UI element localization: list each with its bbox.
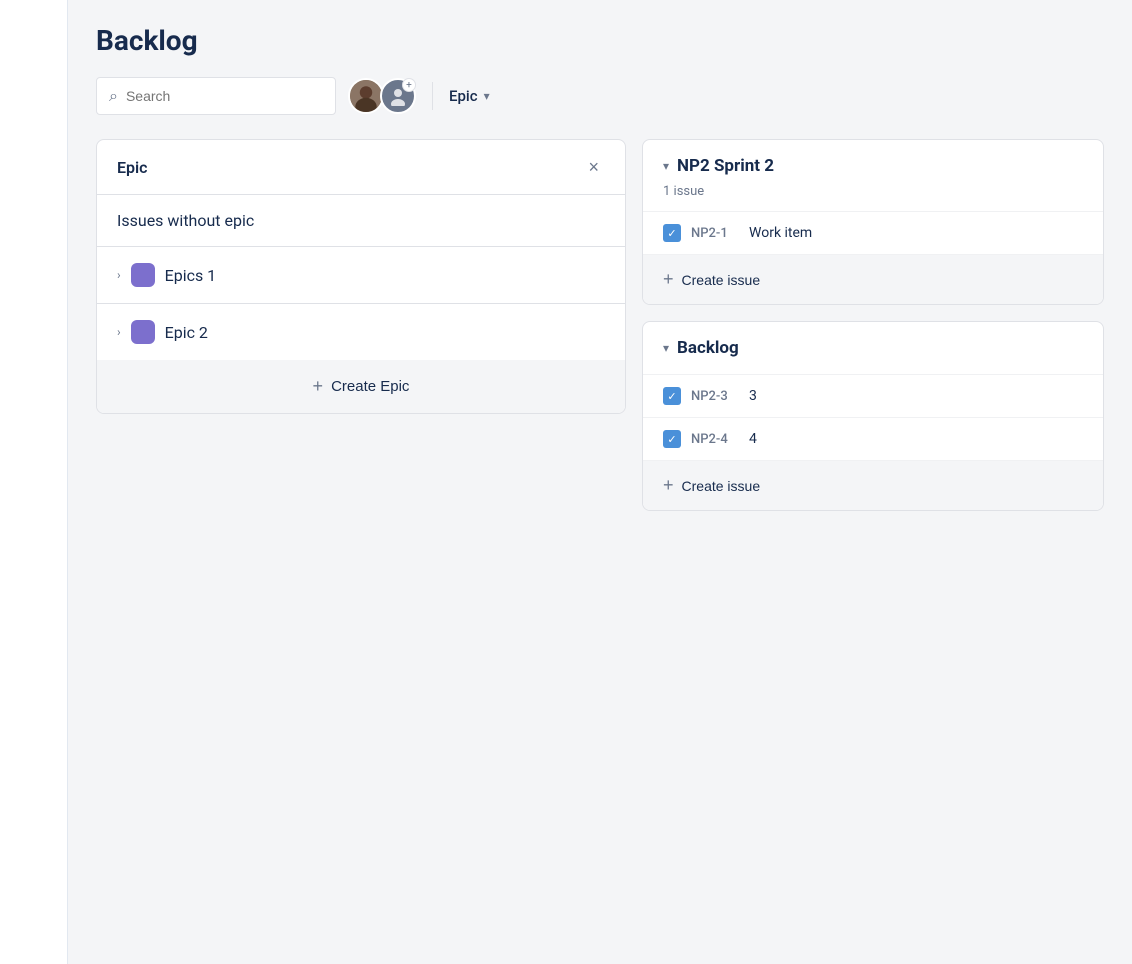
main-container: Backlog ⌕ [0, 0, 1132, 964]
page-title: Backlog [96, 24, 1104, 57]
search-icon: ⌕ [109, 86, 118, 106]
checkbox-checked-3[interactable]: ✓ [663, 387, 681, 405]
epic-panel-title: Epic [117, 158, 148, 177]
plus-icon-backlog: + [663, 475, 674, 496]
create-epic-label: Create Epic [331, 378, 409, 395]
backlog-issue-title-2: 4 [749, 431, 757, 447]
epic-item-row: › Epics 1 [117, 263, 605, 287]
epic-panel-header: Epic × [97, 140, 625, 194]
check-icon-3: ✓ [667, 390, 676, 403]
epic-item-row-2: › Epic 2 [117, 320, 605, 344]
avatar-user[interactable] [348, 78, 384, 114]
sprint-panel: ▾ NP2 Sprint 2 1 issue ✓ NP2-1 Work item [642, 139, 1104, 511]
issue-id: NP2-1 [691, 226, 739, 241]
epic-color-dot-2 [131, 320, 155, 344]
sprint-section: ▾ NP2 Sprint 2 1 issue ✓ NP2-1 Work item [642, 139, 1104, 305]
backlog-title: Backlog [677, 338, 739, 358]
check-icon: ✓ [667, 227, 676, 240]
create-issue-button-backlog[interactable]: + Create issue [643, 460, 1103, 510]
backlog-header: ▾ Backlog [643, 322, 1103, 374]
epic-filter-label: Epic [449, 87, 478, 105]
avatars-group: + [348, 78, 416, 114]
backlog-issue-id-1: NP2-3 [691, 389, 739, 404]
panels-container: Epic × Issues without epic › Epics 1 [96, 139, 1104, 511]
epic-label-2: Epic 2 [165, 323, 208, 342]
sprint-count: 1 issue [643, 180, 1103, 211]
epic-filter-button[interactable]: Epic ▾ [449, 87, 490, 105]
plus-icon: + [313, 376, 324, 397]
sprint-header: ▾ NP2 Sprint 2 [643, 140, 1103, 180]
close-epic-panel-button[interactable]: × [582, 156, 605, 178]
content-area: Backlog ⌕ [68, 0, 1132, 964]
backlog-issue-row-2[interactable]: ✓ NP2-4 4 [643, 417, 1103, 460]
chevron-down-icon: ▾ [484, 89, 490, 103]
epic-item-epic-2[interactable]: › Epic 2 [97, 303, 625, 360]
epic-label: Epics 1 [165, 266, 217, 285]
left-sidebar [0, 0, 68, 964]
checkbox-checked[interactable]: ✓ [663, 224, 681, 242]
checkbox-checked-4[interactable]: ✓ [663, 430, 681, 448]
avatar-add[interactable]: + [380, 78, 416, 114]
backlog-section: ▾ Backlog ✓ NP2-3 3 ✓ [642, 321, 1104, 511]
search-box[interactable]: ⌕ [96, 77, 336, 115]
backlog-issue-id-2: NP2-4 [691, 432, 739, 447]
backlog-issue-title-1: 3 [749, 388, 757, 404]
toolbar: ⌕ + [96, 77, 1104, 115]
sprint-title: NP2 Sprint 2 [677, 156, 774, 176]
chevron-right-icon-2: › [117, 325, 121, 339]
epic-item-no-epic[interactable]: Issues without epic [97, 194, 625, 246]
issue-row[interactable]: ✓ NP2-1 Work item [643, 211, 1103, 254]
no-epic-label: Issues without epic [117, 211, 254, 230]
backlog-collapse-icon[interactable]: ▾ [663, 341, 669, 355]
plus-icon-sprint: + [663, 269, 674, 290]
search-input[interactable] [126, 88, 323, 104]
epic-panel: Epic × Issues without epic › Epics 1 [96, 139, 626, 414]
toolbar-divider [432, 82, 433, 110]
create-issue-label-backlog: Create issue [682, 478, 761, 494]
epic-color-dot [131, 263, 155, 287]
create-issue-button-sprint[interactable]: + Create issue [643, 254, 1103, 304]
check-icon-4: ✓ [667, 433, 676, 446]
sprint-collapse-icon[interactable]: ▾ [663, 159, 669, 173]
create-issue-label-sprint: Create issue [682, 272, 761, 288]
avatar-photo [350, 78, 382, 114]
epic-item-epics-1[interactable]: › Epics 1 [97, 246, 625, 303]
issue-title: Work item [749, 225, 812, 241]
chevron-right-icon: › [117, 268, 121, 282]
add-badge: + [402, 78, 416, 92]
backlog-issue-row-1[interactable]: ✓ NP2-3 3 [643, 374, 1103, 417]
create-epic-button[interactable]: + Create Epic [97, 360, 625, 413]
